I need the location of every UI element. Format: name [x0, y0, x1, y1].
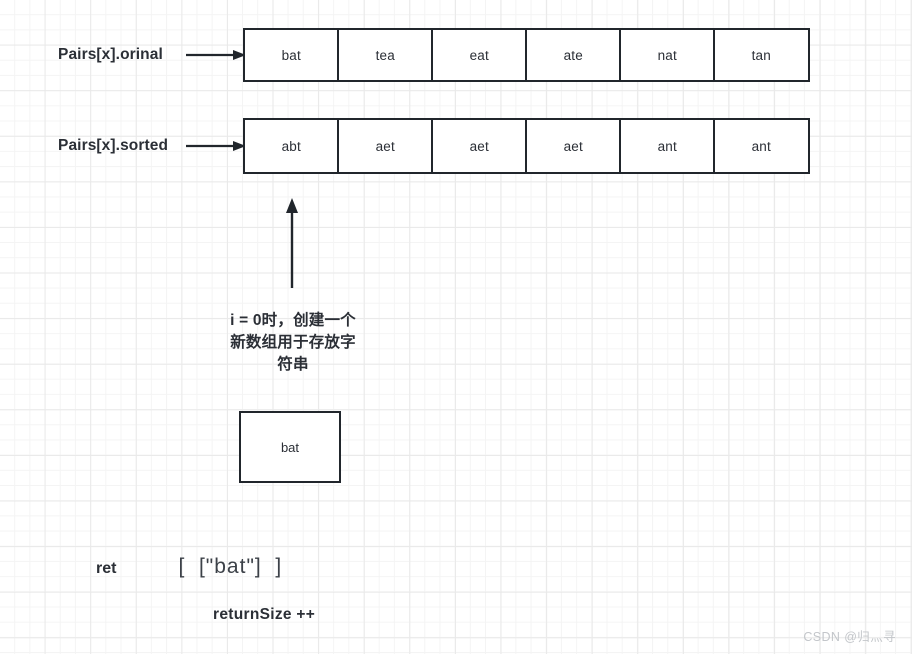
array-cell: tea [337, 28, 434, 82]
ret-line: ret [ ["bat"] ] [96, 555, 282, 579]
array-cell: aet [431, 118, 528, 174]
label-pairs-original: Pairs[x].orinal [58, 46, 163, 63]
array-cell: bat [243, 28, 340, 82]
watermark: CSDN @归灬寻 [803, 630, 896, 644]
ret-label: ret [96, 560, 117, 577]
result-box: bat [239, 411, 341, 483]
annotation-line-3: 符串 [277, 356, 309, 373]
array-pairs-original: bat tea eat ate nat tan [243, 28, 810, 82]
diagram-canvas: Pairs[x].orinal bat tea eat ate nat tan … [0, 0, 912, 654]
array-cell: ant [619, 118, 716, 174]
array-cell: ant [713, 118, 810, 174]
array-cell: aet [337, 118, 434, 174]
array-cell: nat [619, 28, 716, 82]
arrow-up-icon [283, 198, 301, 288]
annotation-line-1: i = 0时，创建一个 [230, 312, 356, 329]
array-cell: abt [243, 118, 340, 174]
annotation-line-2: 新数组用于存放字 [230, 334, 356, 351]
return-size-label: returnSize ++ [213, 606, 316, 623]
array-cell: aet [525, 118, 622, 174]
array-cell: eat [431, 28, 528, 82]
label-pairs-sorted: Pairs[x].sorted [58, 137, 169, 154]
array-pairs-sorted: abt aet aet aet ant ant [243, 118, 810, 174]
annotation-text: i = 0时，创建一个 新数组用于存放字 符串 [205, 310, 381, 376]
arrow-right-icon-to-sorted [186, 139, 246, 153]
array-cell: tan [713, 28, 810, 82]
array-cell: ate [525, 28, 622, 82]
ret-value: [ ["bat"] ] [178, 555, 283, 578]
arrow-right-icon-to-original [186, 48, 246, 62]
